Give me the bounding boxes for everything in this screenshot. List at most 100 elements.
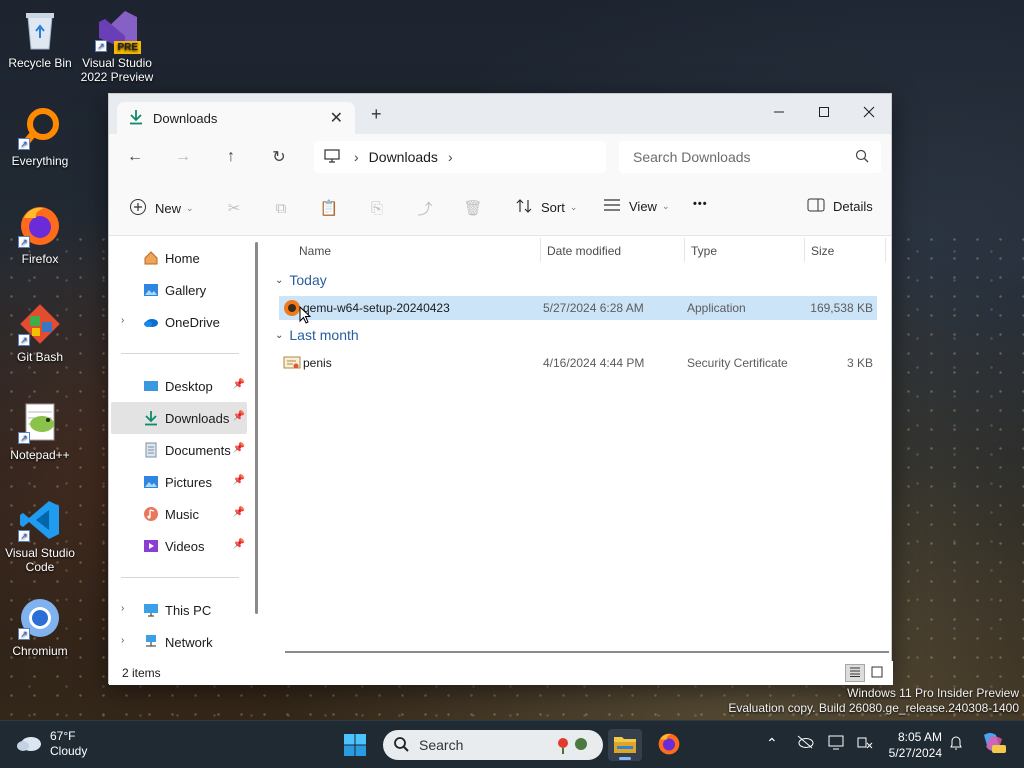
vscode-icon: ↗ [18,498,62,542]
sidebar-item-network[interactable]: › Network [111,626,247,658]
network-disconnected-icon[interactable] [856,735,874,754]
minimize-button[interactable] [759,98,799,126]
display-icon[interactable] [828,735,846,754]
horizontal-scrollbar[interactable] [285,651,889,653]
group-header-today[interactable]: ⌄ Today [275,272,327,288]
desktop-icon-visual-studio-code[interactable]: ↗ Visual Studio Code [0,498,80,574]
sidebar-item-this-pc[interactable]: › This PC [111,594,247,626]
file-row[interactable]: qemu-w64-setup-20240423 5/27/2024 6:28 A… [279,296,877,324]
breadcrumb-downloads[interactable]: Downloads [369,149,438,165]
pictures-icon [143,474,159,490]
sidebar-item-onedrive[interactable]: › OneDrive [111,306,247,338]
shortcut-arrow-icon: ↗ [18,530,30,542]
file-size: 169,538 KB [810,301,873,315]
address-bar[interactable]: › Downloads › [314,141,606,173]
rename-icon[interactable]: ⎘ [367,198,387,218]
column-divider[interactable] [804,238,805,262]
see-more-button[interactable]: ••• [693,198,708,210]
taskbar: 67°F Cloudy Search ⌃ 8:05 AM 5/27/2024 [0,720,1024,768]
copilot-icon[interactable] [980,731,1006,758]
column-header-type[interactable]: Type [691,244,717,258]
share-icon[interactable]: ⤴ [415,198,435,218]
cut-icon[interactable]: ✂ [224,198,244,218]
search-icon [855,149,869,166]
column-divider[interactable] [540,238,541,262]
onedrive-cloud-icon [143,314,159,330]
refresh-icon[interactable]: ↻ [267,146,291,168]
delete-icon[interactable]: 🗑 [463,198,483,218]
show-hidden-icons-chevron-icon[interactable]: ⌃ [766,735,778,752]
maximize-button[interactable] [804,98,844,126]
sidebar-item-videos[interactable]: Videos 📌 [111,530,247,562]
new-tab-button[interactable]: + [371,104,382,125]
details-view-button[interactable] [845,664,865,682]
tab-close-icon[interactable]: ✕ [330,108,343,128]
column-divider[interactable] [885,238,886,262]
chevron-down-icon: ⌄ [186,203,194,213]
file-row[interactable]: penis 4/16/2024 4:44 PM Security Certifi… [279,351,877,375]
notification-bell-icon[interactable] [948,735,964,754]
chevron-right-icon[interactable]: › [121,315,124,326]
chevron-right-icon[interactable]: › [121,603,124,614]
sidebar-scrollbar[interactable] [255,242,258,614]
desktop-icon-git-bash[interactable]: ↗ Git Bash [0,302,80,364]
start-button[interactable] [343,733,367,760]
desktop-icon-visual-studio-2022-preview[interactable]: PRE ↗ Visual Studio 2022 Preview [77,8,157,84]
sidebar-item-documents[interactable]: Documents 📌 [111,434,247,466]
firefox-icon [657,732,681,759]
file-name: qemu-w64-setup-20240423 [303,301,450,315]
downloads-arrow-icon [143,410,159,426]
watermark-edition: Windows 11 Pro Insider Preview [847,686,1019,700]
group-label: Last month [289,327,359,343]
desktop-icon-firefox[interactable]: ↗ Firefox [0,204,80,266]
sidebar-item-music[interactable]: Music 📌 [111,498,247,530]
forward-arrow-icon[interactable]: → [171,146,195,168]
sidebar-item-label: Home [165,250,200,266]
sidebar-item-pictures[interactable]: Pictures 📌 [111,466,247,498]
column-header-date-modified[interactable]: Date modified [547,244,621,258]
desktop-icon-label: Git Bash [16,350,64,364]
sidebar-item-label: Pictures [165,474,212,490]
taskbar-search-box[interactable]: Search [383,730,603,760]
desktop-icon-label: Visual Studio Code [5,546,75,574]
file-date-modified: 4/16/2024 4:44 PM [543,356,645,370]
new-button[interactable]: New ⌄ [129,198,194,219]
desktop-icon-notepad-plus-plus[interactable]: ↗ Notepad++ [0,400,80,462]
sidebar-item-gallery[interactable]: Gallery [111,274,247,306]
clock-date: 5/27/2024 [888,746,942,760]
pin-icon: 📌 [232,475,245,486]
breadcrumb-chevron-icon[interactable]: › [448,149,453,165]
tiles-view-button[interactable] [867,664,887,682]
search-input[interactable]: Search Downloads [619,141,881,173]
tab-downloads[interactable]: Downloads ✕ [117,102,355,134]
desktop-icon-recycle-bin[interactable]: Recycle Bin [0,8,80,70]
sidebar-item-downloads[interactable]: Downloads 📌 [111,402,247,434]
copy-icon[interactable]: ⧉ [271,198,291,218]
desktop-icon-chromium[interactable]: ↗ Chromium [0,596,80,658]
pin-icon: 📌 [232,539,245,550]
close-button[interactable] [849,98,889,126]
desktop-icon-everything[interactable]: ↗ Everything [0,106,80,168]
back-arrow-icon[interactable]: ← [123,146,147,168]
taskbar-firefox[interactable] [652,729,686,761]
firefox-icon: ↗ [18,204,62,248]
shortcut-arrow-icon: ↗ [18,138,30,150]
sidebar-item-desktop[interactable]: Desktop 📌 [111,370,247,402]
chevron-right-icon[interactable]: › [121,635,124,646]
weather-widget[interactable]: 67°F Cloudy [16,729,87,759]
column-header-name[interactable]: Name [299,244,331,258]
details-pane-button[interactable]: Details [807,198,873,215]
system-clock[interactable]: 8:05 AM 5/27/2024 [884,729,942,761]
group-header-last-month[interactable]: ⌄ Last month [275,327,359,343]
column-divider[interactable] [684,238,685,262]
view-button[interactable]: View ⌄ [603,198,670,215]
onedrive-offline-icon[interactable] [796,735,814,752]
column-header-size[interactable]: Size [811,244,834,258]
up-arrow-icon[interactable]: ↑ [219,146,243,168]
cloud-icon [16,734,42,755]
sort-button[interactable]: Sort ⌄ [515,198,577,217]
paste-icon[interactable]: 📋 [319,198,339,218]
taskbar-file-explorer[interactable] [608,729,642,761]
navigation-bar: ← → ↑ ↻ › Downloads › Search Downloads [109,134,891,180]
sidebar-item-home[interactable]: Home [111,242,247,274]
